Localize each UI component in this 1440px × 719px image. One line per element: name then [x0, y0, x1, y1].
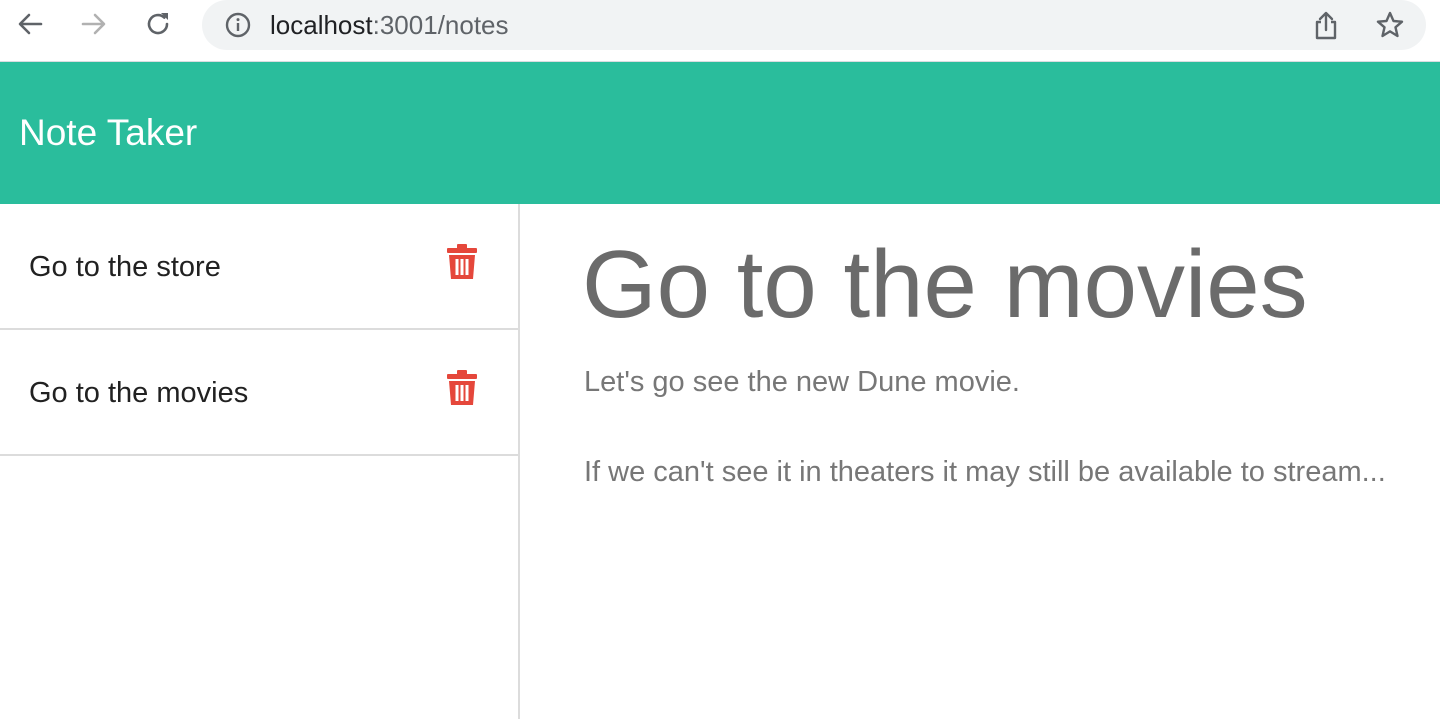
trash-icon	[447, 370, 477, 405]
list-item[interactable]: Go to the movies	[0, 330, 518, 456]
share-icon	[1315, 11, 1337, 40]
browser-toolbar: localhost:3001/notes	[0, 0, 1440, 62]
arrow-right-icon	[81, 13, 106, 35]
trash-icon	[447, 244, 477, 279]
note-list: Go to the store Go to the movies	[0, 204, 518, 456]
app-header: Note Taker	[0, 62, 1440, 204]
list-item[interactable]: Go to the store	[0, 204, 518, 330]
back-button[interactable]	[12, 6, 48, 42]
url-path: :3001/notes	[372, 10, 509, 40]
note-paragraph: Let's go see the new Dune movie.	[584, 366, 1020, 398]
bookmark-button[interactable]	[1372, 7, 1408, 43]
reload-icon	[147, 13, 169, 35]
note-paragraph: If we can't see it in theaters it may st…	[584, 456, 1386, 488]
note-list-title[interactable]: Go to the store	[29, 249, 221, 285]
info-icon[interactable]	[224, 11, 252, 39]
url-host: localhost	[270, 10, 373, 40]
share-button[interactable]	[1308, 8, 1344, 44]
address-bar[interactable]: localhost:3001/notes	[202, 0, 1426, 50]
notes-sidebar: Go to the store Go to the movies	[0, 204, 520, 719]
app-title[interactable]: Note Taker	[19, 111, 197, 155]
forward-button[interactable]	[76, 6, 112, 42]
url-text[interactable]: localhost:3001/notes	[270, 9, 509, 41]
delete-note-button[interactable]	[444, 368, 480, 408]
reload-button[interactable]	[140, 6, 176, 42]
arrow-left-icon	[18, 13, 43, 35]
note-list-title[interactable]: Go to the movies	[29, 375, 248, 411]
note-text-display[interactable]: Let's go see the new Dune movie. If we c…	[584, 364, 1424, 490]
note-title-display[interactable]: Go to the movies	[582, 230, 1308, 340]
star-icon	[1376, 11, 1404, 38]
note-view: Go to the movies Let's go see the new Du…	[520, 204, 1440, 719]
delete-note-button[interactable]	[444, 242, 480, 282]
